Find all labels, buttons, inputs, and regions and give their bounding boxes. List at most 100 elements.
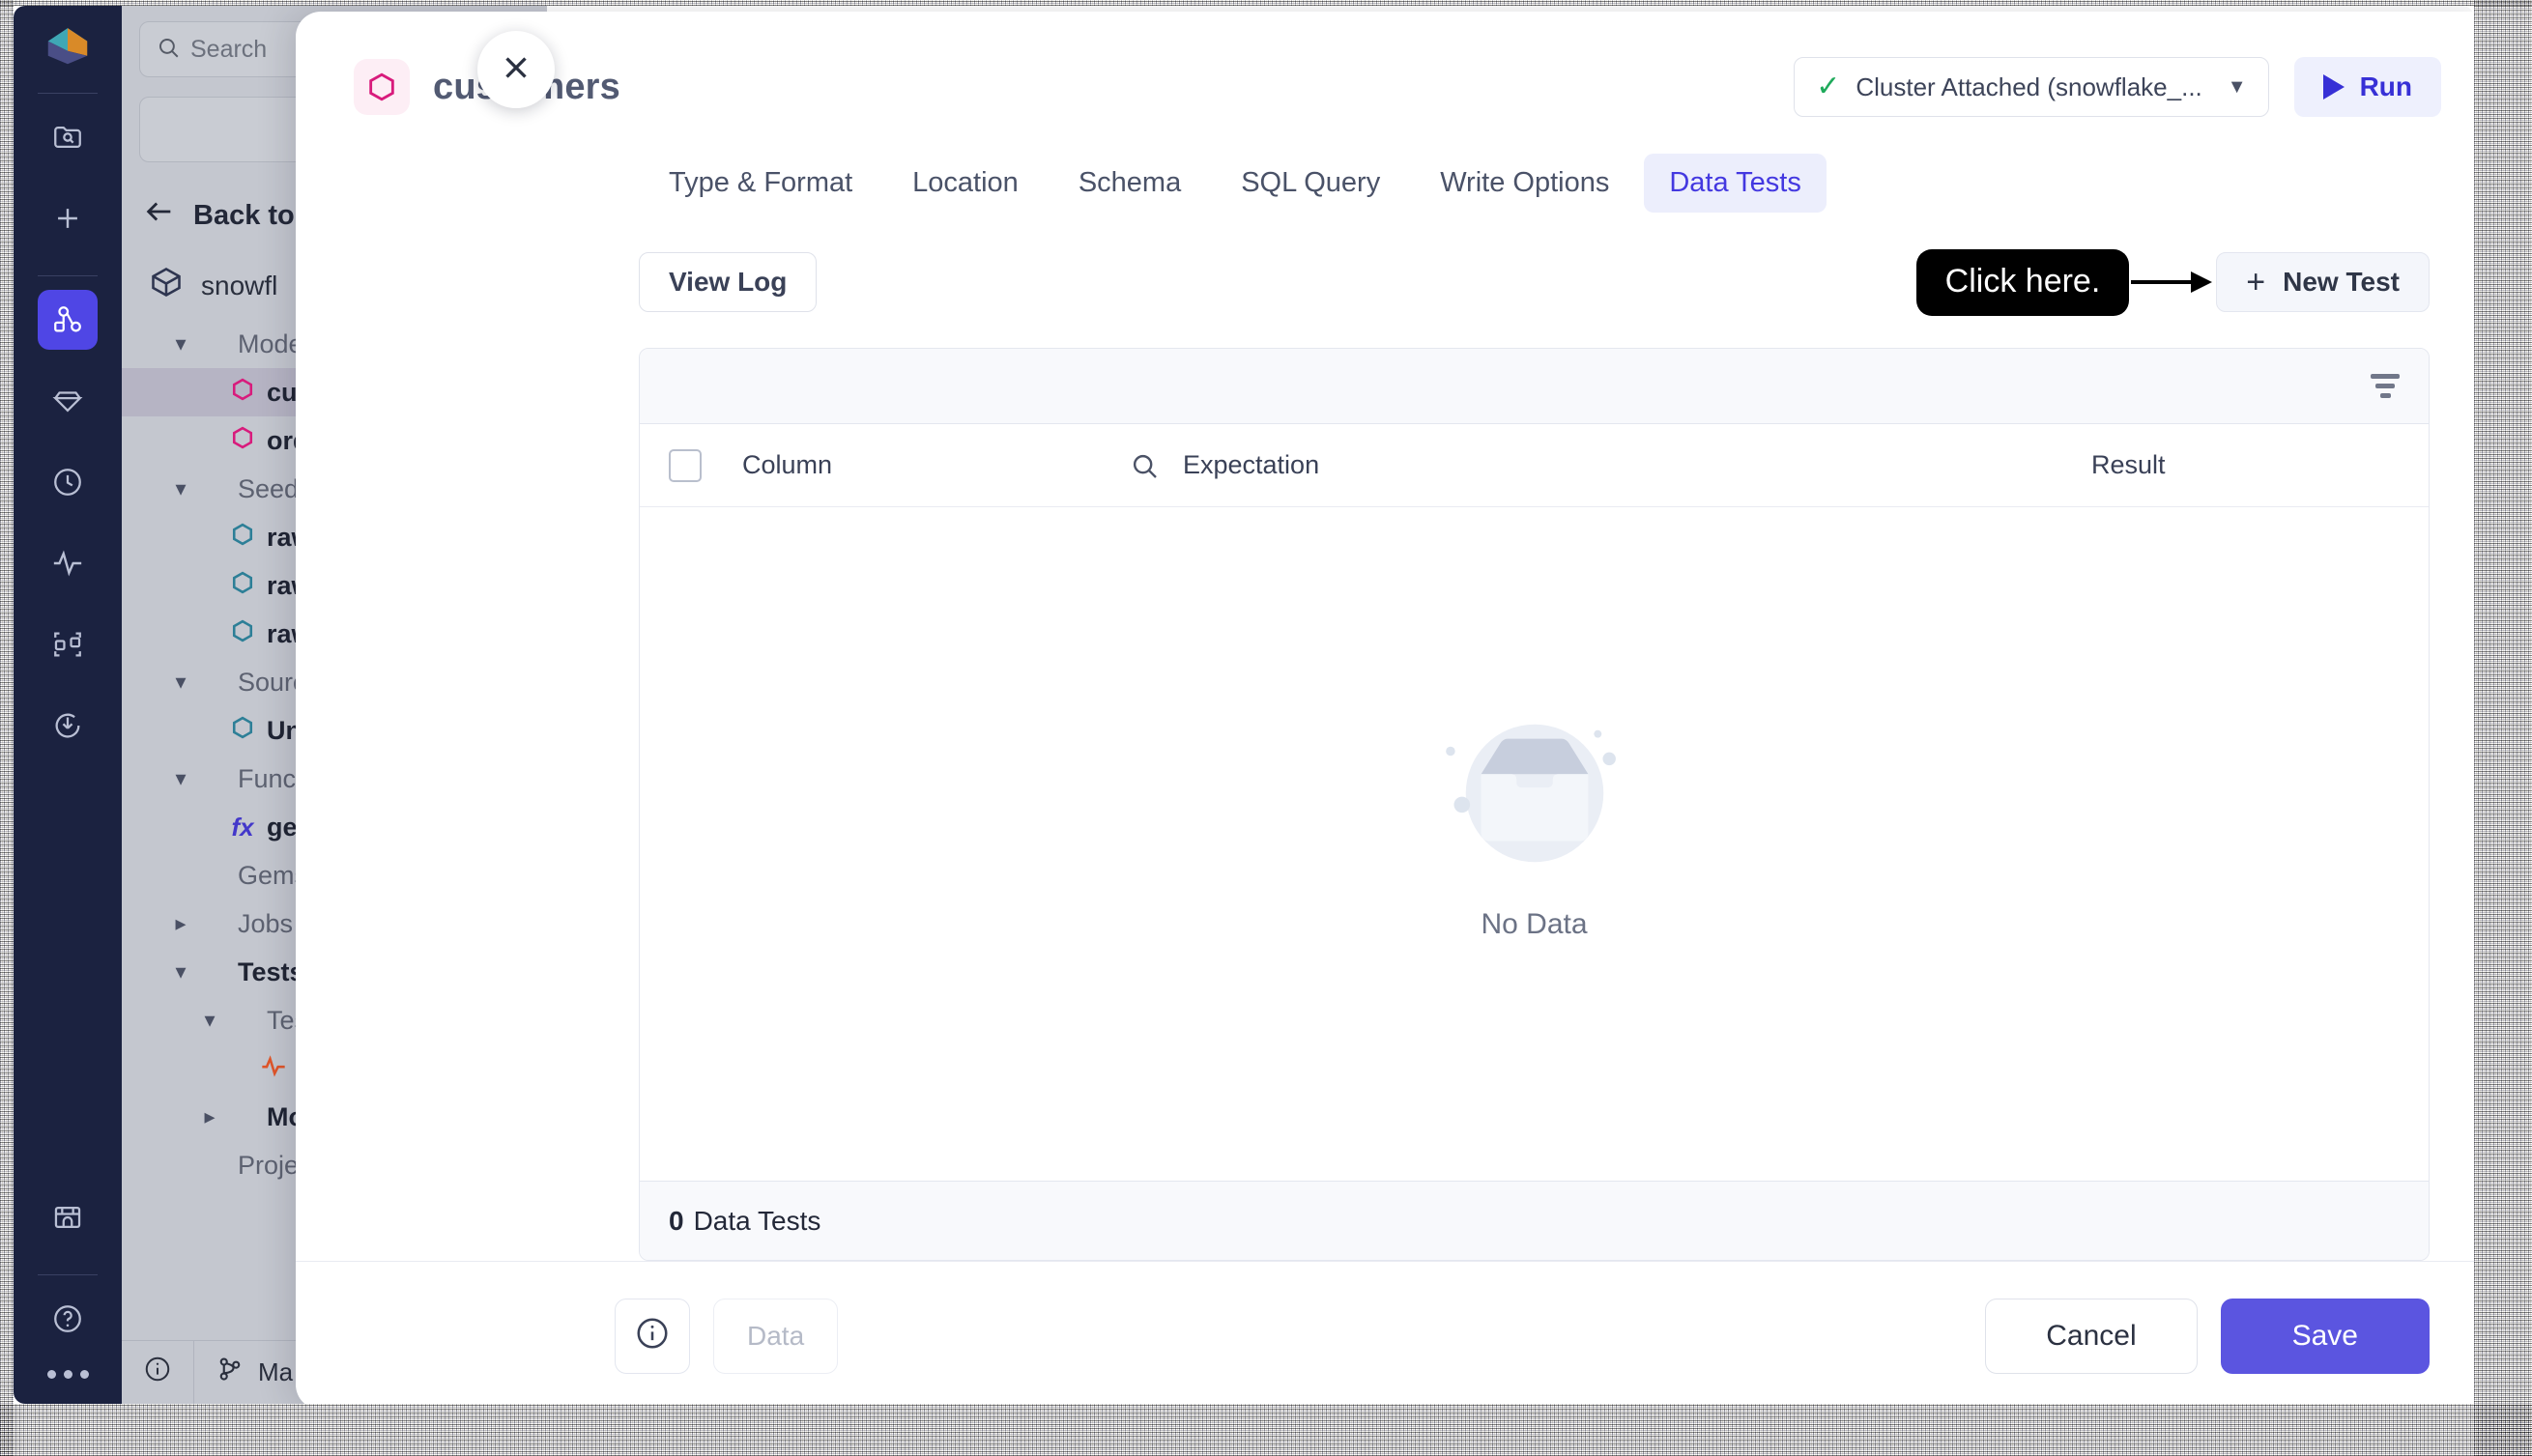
tab-write-options[interactable]: Write Options xyxy=(1415,154,1634,213)
column-header-result: Result xyxy=(2091,450,2166,479)
callout-arrow-icon xyxy=(2131,271,2214,293)
run-button[interactable]: Run xyxy=(2293,57,2441,117)
activity-pulse-icon xyxy=(260,1052,287,1086)
new-test-button[interactable]: + New Test xyxy=(2216,252,2430,312)
sidebar-root-label: snowfl xyxy=(201,270,278,300)
click-here-callout: Click here. xyxy=(1915,248,2130,316)
callout-group: Click here. + New Test xyxy=(1915,248,2430,316)
app-window: Search Proje Back to snowfl xyxy=(14,6,2474,1404)
tab-data-tests[interactable]: Data Tests xyxy=(1644,153,1827,213)
data-tests-count: 0 xyxy=(669,1205,684,1236)
chevron-down-icon: ▼ xyxy=(2227,75,2247,98)
expectation-search-icon[interactable] xyxy=(1129,450,1183,481)
view-log-button[interactable]: View Log xyxy=(639,252,818,312)
tab-schema[interactable]: Schema xyxy=(1053,154,1206,213)
info-button[interactable] xyxy=(615,1298,690,1374)
rail-divider-top xyxy=(38,93,98,94)
close-button[interactable] xyxy=(477,31,555,108)
rail-item-explore[interactable] xyxy=(38,107,98,167)
select-all-checkbox[interactable] xyxy=(669,448,702,482)
status-branch-label: Ma xyxy=(258,1357,294,1386)
new-test-label: New Test xyxy=(2283,267,2400,297)
rail-divider-bottom xyxy=(38,1274,98,1275)
rail-item-gems[interactable] xyxy=(38,371,98,431)
column-header-expectation: Expectation xyxy=(1183,450,1320,479)
modal-footer: Data Cancel Save xyxy=(296,1261,2474,1404)
modal-header: customers ✓ Cluster Attached (snowflake_… xyxy=(296,12,2474,128)
tree-caret-icon[interactable] xyxy=(168,476,193,501)
rail-item-create[interactable] xyxy=(38,188,98,248)
rail-item-downloads[interactable] xyxy=(38,696,98,756)
close-x-icon xyxy=(498,49,534,91)
rail-item-monitoring[interactable] xyxy=(38,533,98,593)
plus-icon xyxy=(51,202,84,235)
info-circle-icon xyxy=(143,1355,172,1390)
download-circle-icon xyxy=(51,709,84,742)
lineage-graph-icon xyxy=(51,628,84,661)
modal-tabs: Type & Format Location Schema SQL Query Writ… xyxy=(296,128,2474,220)
store-icon xyxy=(51,1201,84,1234)
tab-sql-query[interactable]: SQL Query xyxy=(1216,154,1405,213)
tree-caret-icon[interactable] xyxy=(197,1008,222,1033)
tab-type-format[interactable]: Type & Format xyxy=(644,154,878,213)
tab-location[interactable]: Location xyxy=(887,154,1044,213)
rail-item-help[interactable] xyxy=(38,1289,98,1349)
rail-divider-mid xyxy=(38,275,98,276)
data-tests-panel: Column Expectation Result No Data 0 Data… xyxy=(639,348,2430,1261)
tree-caret-icon[interactable] xyxy=(197,1104,222,1129)
sidebar-search-placeholder: Search xyxy=(190,35,268,63)
column-header-column: Column xyxy=(742,450,833,479)
prophecy-logo-icon[interactable] xyxy=(42,23,94,70)
tree-item-label: Tests xyxy=(238,956,304,986)
pipeline-nodes-icon xyxy=(51,303,84,336)
status-info-button[interactable] xyxy=(122,1341,193,1404)
table-footer: 0 Data Tests xyxy=(640,1181,2429,1260)
rail-item-history[interactable] xyxy=(38,452,98,512)
data-button: Data xyxy=(713,1298,839,1374)
folder-search-icon xyxy=(51,121,84,154)
hexagon-icon xyxy=(229,569,256,603)
cluster-label: Cluster Attached (snowflake_... xyxy=(1856,71,2202,101)
cluster-select[interactable]: ✓ Cluster Attached (snowflake_... ▼ xyxy=(1794,57,2269,117)
tree-caret-icon[interactable] xyxy=(168,911,193,936)
rail-item-lineage[interactable] xyxy=(38,614,98,674)
clock-icon xyxy=(51,466,84,499)
left-icon-rail xyxy=(14,6,122,1404)
info-circle-icon xyxy=(634,1315,671,1356)
empty-state: No Data xyxy=(1419,701,1651,941)
package-box-icon xyxy=(149,265,184,306)
table-body: No Data xyxy=(640,507,2429,1181)
empty-inbox-icon xyxy=(1419,701,1651,885)
tree-caret-icon[interactable] xyxy=(168,670,193,695)
sidebar-back-label: Back to xyxy=(193,199,295,231)
table-toolbar xyxy=(640,349,2429,424)
more-dots-icon[interactable] xyxy=(46,1370,89,1379)
function-fx-icon: fx xyxy=(231,812,254,842)
table-header-row: Column Expectation Result xyxy=(640,424,2429,507)
filter-funnel-icon[interactable] xyxy=(2371,374,2400,398)
gem-diamond-icon xyxy=(51,385,84,417)
check-icon: ✓ xyxy=(1816,71,1841,102)
run-label: Run xyxy=(2359,71,2412,101)
hexagon-icon xyxy=(229,521,256,555)
hexagon-model-icon xyxy=(354,59,410,115)
hexagon-icon xyxy=(229,424,256,458)
tree-caret-icon[interactable] xyxy=(168,959,193,985)
search-icon xyxy=(156,35,181,65)
tree-caret-icon[interactable] xyxy=(168,331,193,357)
dataset-config-modal: customers ✓ Cluster Attached (snowflake_… xyxy=(296,12,2474,1404)
tree-item-label: Jobs xyxy=(238,908,294,938)
save-button[interactable]: Save xyxy=(2220,1298,2430,1374)
rail-item-pipelines[interactable] xyxy=(38,290,98,350)
tree-caret-icon[interactable] xyxy=(168,766,193,791)
data-tests-count-label: Data Tests xyxy=(693,1205,821,1236)
rail-item-marketplace[interactable] xyxy=(38,1187,98,1247)
screenshot-root: Search Proje Back to snowfl xyxy=(0,0,2532,1456)
activity-pulse-icon xyxy=(51,547,84,580)
action-row: View Log Click here. + New Test xyxy=(296,220,2474,323)
play-triangle-icon xyxy=(2322,74,2345,100)
hexagon-icon xyxy=(229,376,256,410)
hexagon-icon xyxy=(229,714,256,748)
cancel-button[interactable]: Cancel xyxy=(1985,1298,2198,1374)
header-actions: ✓ Cluster Attached (snowflake_... ▼ Run xyxy=(1794,57,2441,117)
